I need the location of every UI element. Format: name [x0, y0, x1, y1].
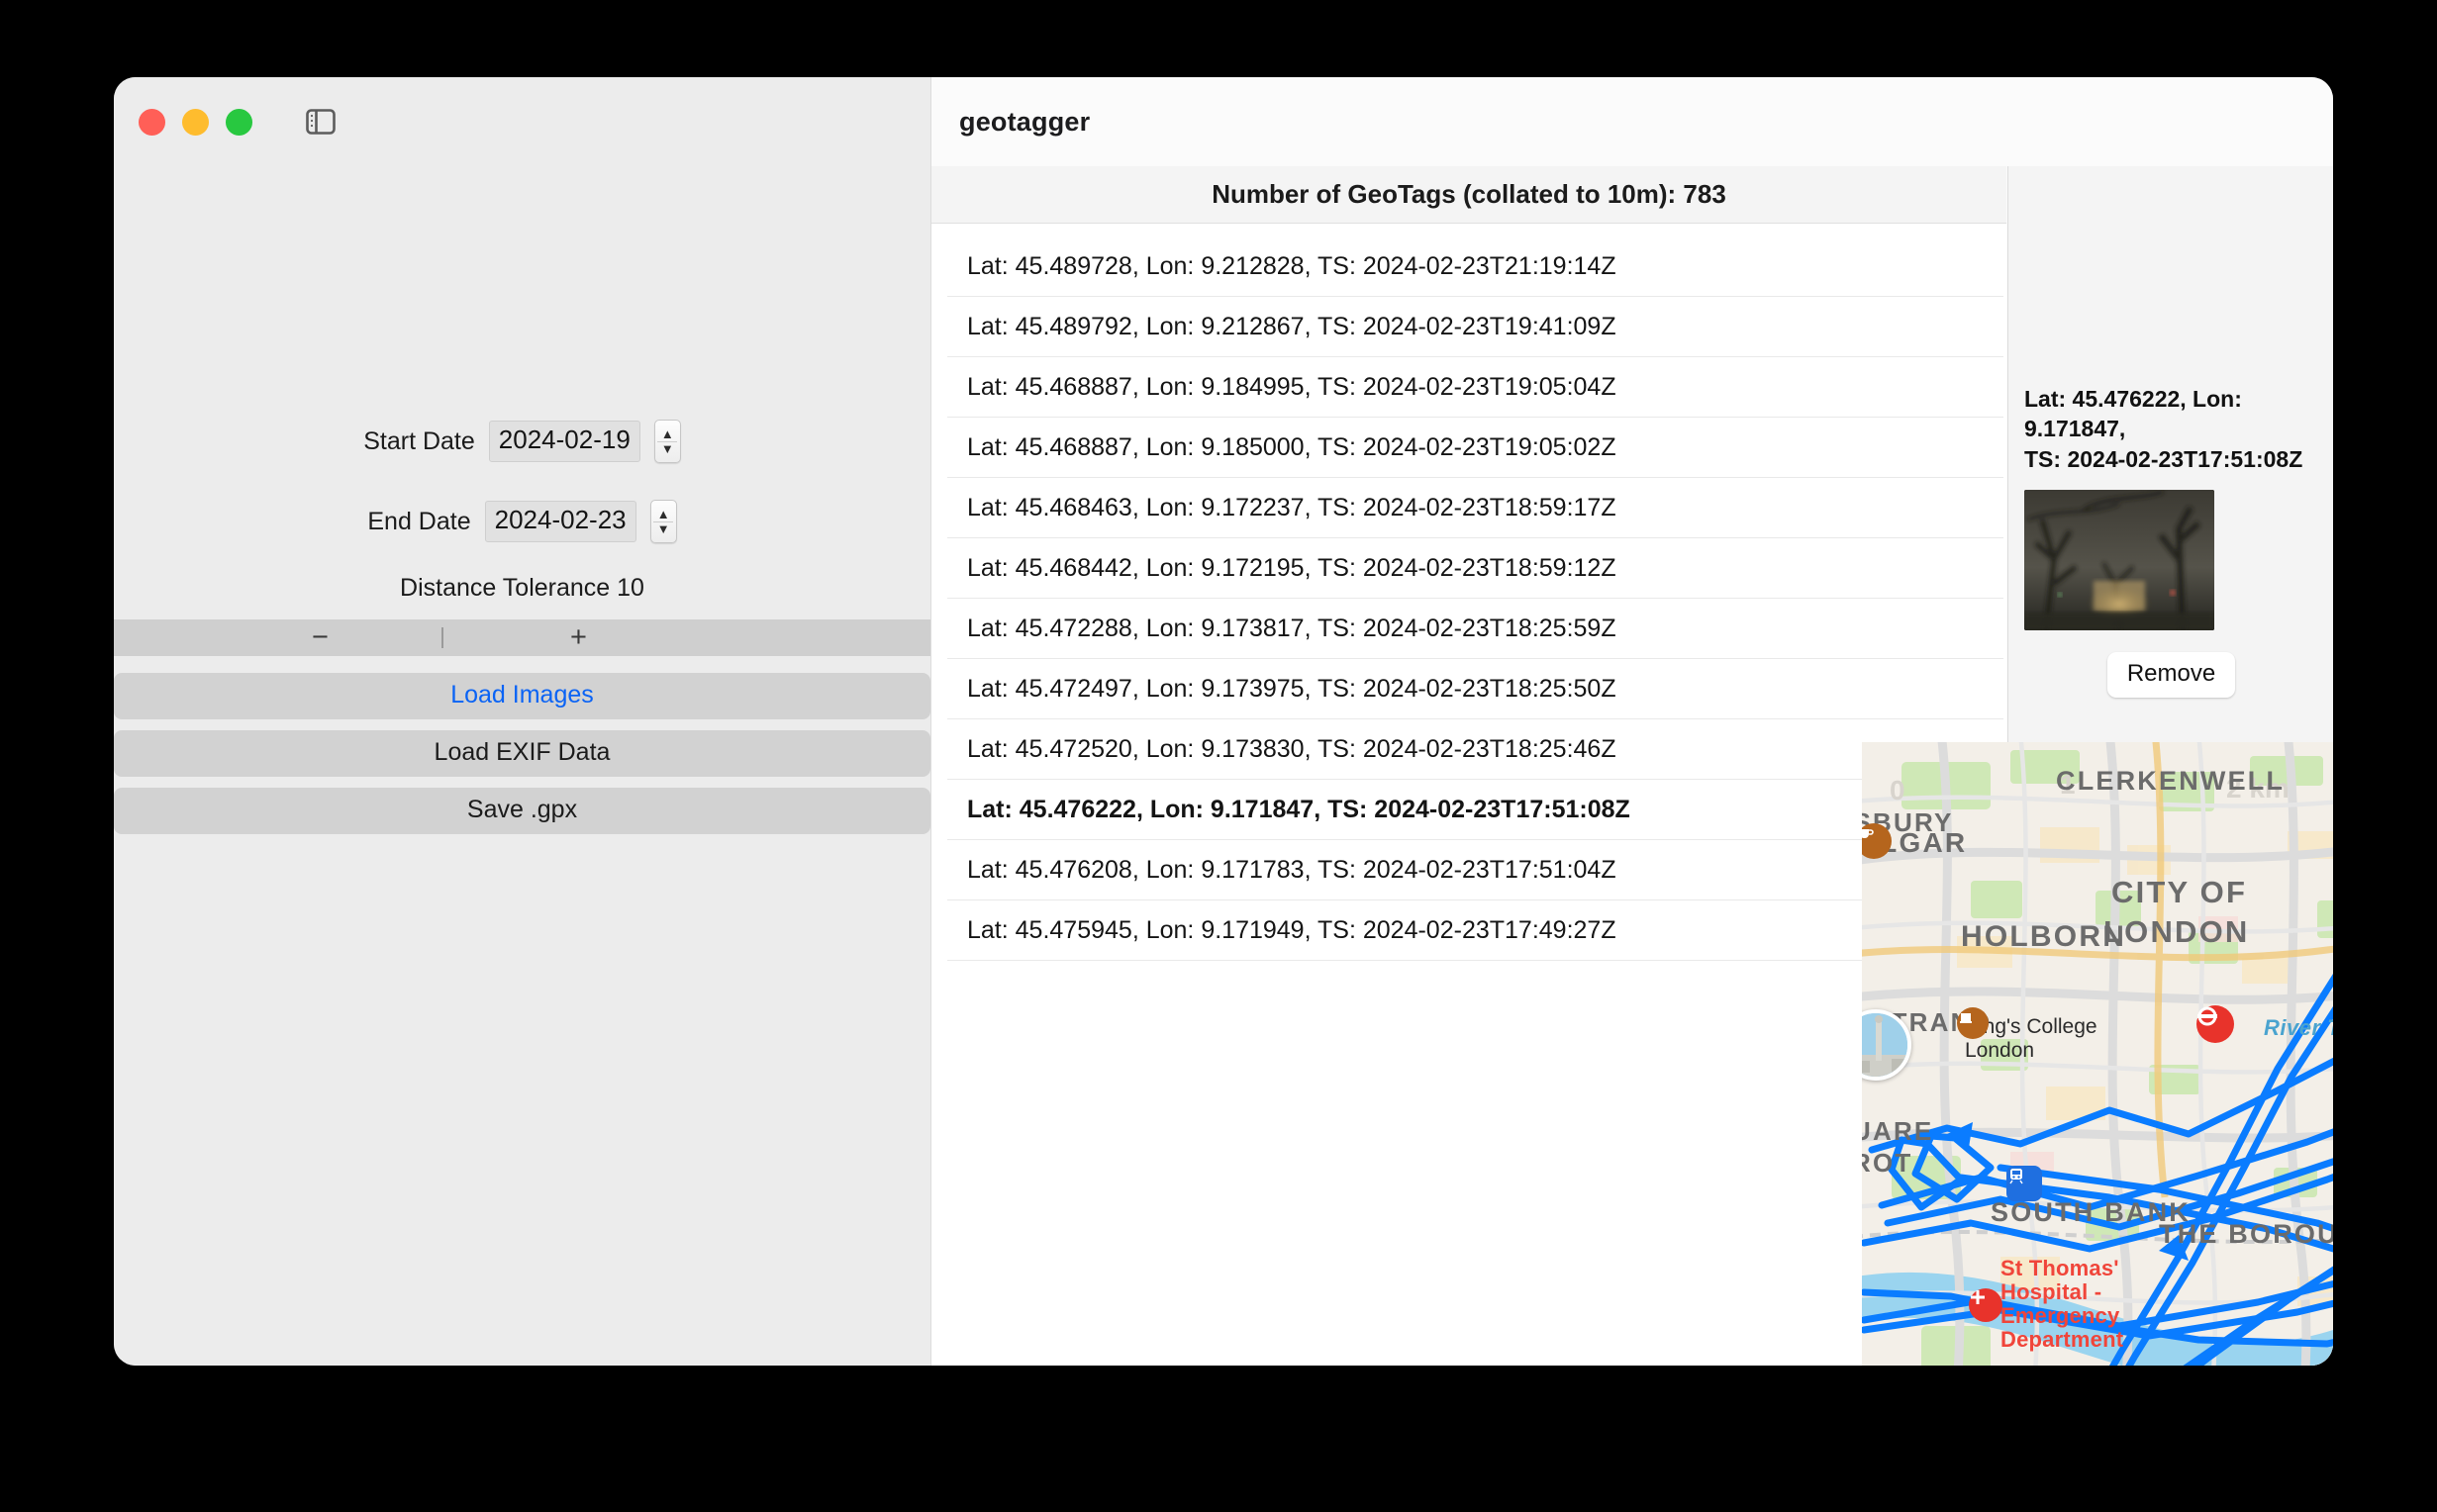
save-gpx-button[interactable]: Save .gpx — [114, 788, 930, 834]
load-images-button[interactable]: Load Images — [114, 673, 930, 719]
tolerance-slider-knob[interactable] — [441, 627, 443, 648]
end-date-field[interactable]: 2024-02-23 — [485, 501, 636, 541]
geotag-list[interactable]: Lat: 45.489728, Lon: 9.212828, TS: 2024-… — [931, 224, 2006, 1366]
map-canvas: 0 1 2 km — [1862, 742, 2333, 1366]
svg-text:2 km: 2 km — [2226, 773, 2290, 803]
geotag-row[interactable]: Lat: 45.489792, Lon: 9.212867, TS: 2024-… — [947, 297, 2003, 357]
end-date-stepper[interactable]: ▲ ▼ — [650, 500, 677, 543]
map-view[interactable]: 0 1 2 km — [1862, 742, 2333, 1366]
geotag-row[interactable]: Lat: 45.472288, Lon: 9.173817, TS: 2024-… — [947, 599, 2003, 659]
photo-thumbnail[interactable] — [2024, 490, 2214, 630]
train-station-pin-icon[interactable] — [2006, 1166, 2042, 1201]
start-date-row: Start Date 2024-02-19 ▲ ▼ — [114, 420, 930, 463]
chevron-down-icon: ▼ — [657, 524, 670, 534]
geotag-row[interactable]: Lat: 45.472520, Lon: 9.173830, TS: 2024-… — [947, 719, 2003, 780]
sidebar-toggle-icon[interactable] — [304, 107, 338, 137]
start-date-label: Start Date — [363, 427, 475, 456]
geotag-row[interactable]: Lat: 45.472497, Lon: 9.173975, TS: 2024-… — [947, 659, 2003, 719]
geotag-row[interactable]: Lat: 45.468442, Lon: 9.172195, TS: 2024-… — [947, 538, 2003, 599]
geotag-row[interactable]: Lat: 45.468887, Lon: 9.185000, TS: 2024-… — [947, 418, 2003, 478]
tolerance-increase-icon[interactable]: + — [570, 621, 587, 654]
detail-inner: Lat: 45.476222, Lon: 9.171847, TS: 2024-… — [2008, 384, 2333, 698]
end-date-row: End Date 2024-02-23 ▲ ▼ — [114, 500, 930, 543]
end-date-label: End Date — [367, 508, 470, 536]
titlebar-right-region: geotagger — [930, 77, 2333, 166]
trafalgar-photo-pin[interactable] — [1862, 1009, 1911, 1081]
desktop-background: geotagger Start Date 2024-02-19 ▲ ▼ End … — [0, 0, 2437, 1512]
geotag-row[interactable]: Lat: 45.468463, Lon: 9.172237, TS: 2024-… — [947, 478, 2003, 538]
titlebar-left-region — [114, 77, 930, 166]
underground-pin-icon[interactable] — [2196, 1005, 2234, 1043]
selected-geotag-info: Lat: 45.476222, Lon: 9.171847, TS: 2024-… — [2024, 384, 2318, 474]
window-titlebar: geotagger — [114, 77, 2333, 166]
start-date-field[interactable]: 2024-02-19 — [489, 421, 640, 461]
distance-tolerance-label: Distance Tolerance 10 — [114, 574, 930, 603]
chevron-down-icon: ▼ — [661, 444, 674, 454]
close-window-button[interactable] — [139, 109, 165, 136]
app-window: geotagger Start Date 2024-02-19 ▲ ▼ End … — [114, 77, 2333, 1366]
detail-coords-line2: TS: 2024-02-23T17:51:08Z — [2024, 444, 2318, 474]
page-title: geotagger — [959, 107, 1090, 138]
maximize-window-button[interactable] — [226, 109, 252, 136]
svg-text:0: 0 — [1890, 775, 1905, 805]
svg-text:1: 1 — [2060, 769, 2076, 800]
chevron-up-icon: ▲ — [657, 510, 670, 520]
distance-tolerance-slider[interactable]: − + — [114, 619, 930, 656]
geotag-row[interactable]: Lat: 45.489728, Lon: 9.212828, TS: 2024-… — [947, 236, 2003, 297]
chevron-up-icon: ▲ — [661, 429, 674, 439]
geotag-row[interactable]: Lat: 45.475945, Lon: 9.171949, TS: 2024-… — [947, 900, 2003, 961]
minimize-window-button[interactable] — [182, 109, 209, 136]
geotag-list-header: Number of GeoTags (collated to 10m): 783 — [931, 166, 2006, 224]
tolerance-decrease-icon[interactable]: − — [312, 621, 329, 654]
hospital-pin-icon[interactable] — [1969, 1288, 2002, 1322]
remove-button[interactable]: Remove — [2107, 652, 2235, 698]
sidebar-panel: Start Date 2024-02-19 ▲ ▼ End Date 2024-… — [114, 166, 930, 1366]
geotag-row[interactable]: Lat: 45.476222, Lon: 9.171847, TS: 2024-… — [947, 780, 2003, 840]
load-exif-data-button[interactable]: Load EXIF Data — [114, 730, 930, 777]
geotag-row[interactable]: Lat: 45.468887, Lon: 9.184995, TS: 2024-… — [947, 357, 2003, 418]
detail-coords-line1: Lat: 45.476222, Lon: 9.171847, — [2024, 384, 2318, 444]
landmark-pin-icon[interactable] — [1957, 1007, 1989, 1039]
content-area: Number of GeoTags (collated to 10m): 783… — [930, 166, 2333, 1366]
geotag-list-panel: Number of GeoTags (collated to 10m): 783… — [931, 166, 2006, 1366]
geotag-count-label: Number of GeoTags (collated to 10m): 783 — [1212, 179, 1726, 210]
start-date-stepper[interactable]: ▲ ▼ — [654, 420, 681, 463]
geotag-row[interactable]: Lat: 45.476208, Lon: 9.171783, TS: 2024-… — [947, 840, 2003, 900]
